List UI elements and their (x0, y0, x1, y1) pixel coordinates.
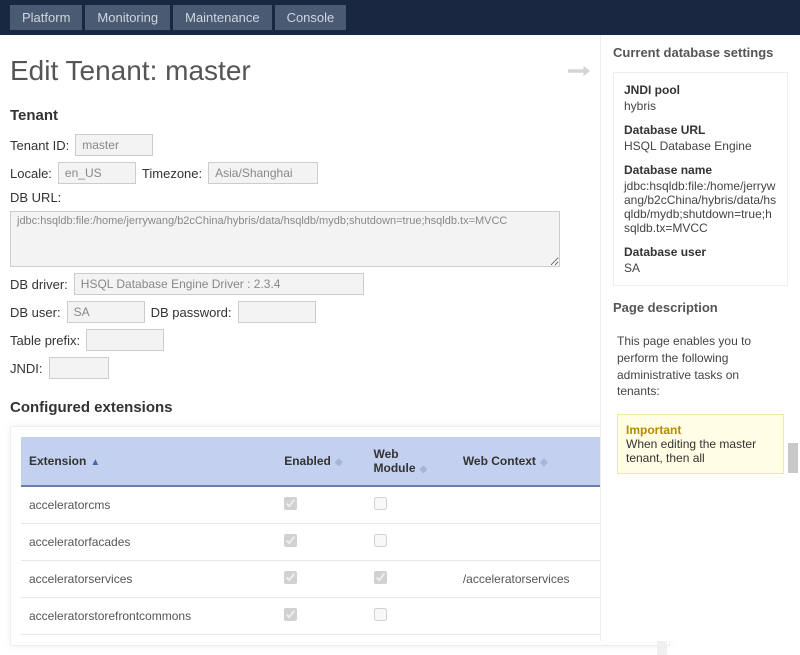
db-settings-panel: JNDI pool hybris Database URL HSQL Datab… (613, 72, 788, 286)
col-enabled[interactable]: Enabled◆ (276, 437, 365, 486)
webmodule-checkbox[interactable] (374, 571, 387, 584)
enabled-checkbox[interactable] (284, 608, 297, 621)
db-name-label: Database name (624, 163, 777, 177)
top-nav: Platform Monitoring Maintenance Console (0, 0, 800, 35)
important-text: When editing the master tenant, then all (626, 437, 775, 465)
nav-monitoring[interactable]: Monitoring (85, 5, 170, 30)
timezone-input[interactable] (208, 162, 318, 184)
page-title: Edit Tenant: master (10, 55, 590, 87)
main-content: Edit Tenant: master Tenant Tenant ID: Lo… (0, 35, 600, 641)
dbuser-label: DB user: (10, 305, 61, 320)
ext-name: acceleratorservices (21, 561, 276, 598)
sort-icon: ◆ (540, 457, 548, 468)
ext-name: acceleratorfacades (21, 524, 276, 561)
jndi-label: JNDI: (10, 361, 43, 376)
enabled-checkbox[interactable] (284, 534, 297, 547)
page-title-text: Edit Tenant: master (10, 55, 251, 87)
page-desc-panel: This page enables you to perform the fol… (613, 327, 788, 480)
dbdriver-input[interactable] (74, 273, 364, 295)
tenant-id-label: Tenant ID: (10, 138, 69, 153)
table-row: acceleratorcms (21, 486, 659, 524)
dbuser-input[interactable] (67, 301, 145, 323)
extensions-heading: Configured extensions (10, 399, 590, 416)
db-user-value: SA (624, 261, 777, 275)
nav-console[interactable]: Console (275, 5, 347, 30)
ext-webmodule (366, 561, 455, 598)
page-desc-text: This page enables you to perform the fol… (617, 333, 784, 400)
table-row: acceleratorservices/acceleratorservices (21, 561, 659, 598)
dbpass-label: DB password: (151, 305, 232, 320)
ext-name: acceleratorstorefrontcommons (21, 598, 276, 635)
jndi-pool-value: hybris (624, 99, 777, 113)
tableprefix-input[interactable] (86, 329, 164, 351)
page-desc-title: Page description (613, 300, 788, 315)
ext-enabled (276, 486, 365, 524)
enabled-checkbox[interactable] (284, 571, 297, 584)
extensions-table: Extension▲ Enabled◆ Web Module◆ Web Cont… (21, 437, 659, 635)
ext-enabled (276, 524, 365, 561)
locale-input[interactable] (58, 162, 136, 184)
timezone-label: Timezone: (142, 166, 202, 181)
db-settings-title: Current database settings (613, 45, 788, 60)
col-extension[interactable]: Extension▲ (21, 437, 276, 486)
db-url-value: HSQL Database Engine (624, 139, 777, 153)
important-label: Important (626, 423, 681, 437)
dbpass-input[interactable] (238, 301, 316, 323)
dburl-label: DB URL: (10, 190, 61, 205)
jndi-pool-label: JNDI pool (624, 83, 777, 97)
sort-asc-icon: ▲ (90, 457, 100, 468)
db-name-value: jdbc:hsqldb:file:/home/jerrywang/b2cChin… (624, 179, 777, 235)
col-webmodule[interactable]: Web Module◆ (366, 437, 455, 486)
webmodule-checkbox[interactable] (374, 608, 387, 621)
tenant-id-input[interactable] (75, 134, 153, 156)
tenant-heading: Tenant (10, 107, 590, 124)
sort-icon: ◆ (335, 457, 343, 468)
ext-webmodule (366, 524, 455, 561)
sort-icon: ◆ (420, 464, 428, 475)
sidebar: Current database settings JNDI pool hybr… (600, 35, 800, 641)
db-user-label: Database user (624, 245, 777, 259)
ext-enabled (276, 598, 365, 635)
locale-label: Locale: (10, 166, 52, 181)
arrow-right-icon[interactable] (568, 62, 590, 80)
nav-platform[interactable]: Platform (10, 5, 82, 30)
ext-webmodule (366, 598, 455, 635)
db-url-label: Database URL (624, 123, 777, 137)
important-note: Important When editing the master tenant… (617, 414, 784, 474)
ext-name: acceleratorcms (21, 486, 276, 524)
enabled-checkbox[interactable] (284, 497, 297, 510)
dburl-textarea[interactable]: jdbc:hsqldb:file:/home/jerrywang/b2cChin… (10, 211, 560, 267)
table-row: acceleratorfacades (21, 524, 659, 561)
ext-enabled (276, 561, 365, 598)
table-row: acceleratorstorefrontcommons (21, 598, 659, 635)
jndi-input[interactable] (49, 357, 109, 379)
ext-webmodule (366, 486, 455, 524)
dbdriver-label: DB driver: (10, 277, 68, 292)
extensions-panel: Extension▲ Enabled◆ Web Module◆ Web Cont… (10, 426, 670, 646)
nav-maintenance[interactable]: Maintenance (173, 5, 271, 30)
sidebar-scrollbar-thumb[interactable] (788, 443, 798, 473)
tableprefix-label: Table prefix: (10, 333, 80, 348)
webmodule-checkbox[interactable] (374, 497, 387, 510)
webmodule-checkbox[interactable] (374, 534, 387, 547)
